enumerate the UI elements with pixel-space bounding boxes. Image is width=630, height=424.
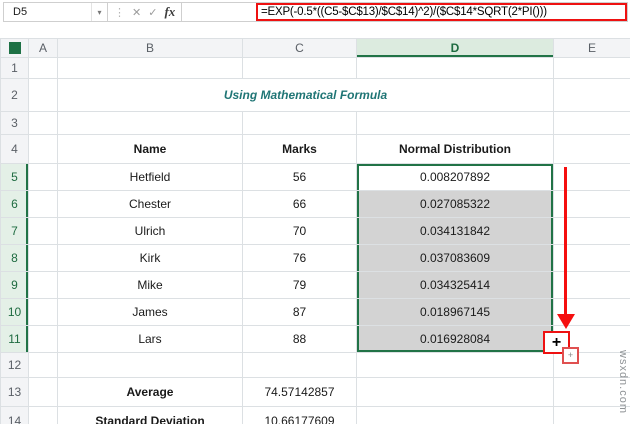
name-box[interactable]: D5 ▾ <box>3 2 108 22</box>
row-header-12[interactable]: 12 <box>0 352 29 378</box>
cell[interactable] <box>28 57 58 79</box>
table-header-dist[interactable]: Normal Distribution <box>356 134 554 164</box>
formula-input[interactable]: =EXP(-0.5*((C5-$C$13)/$C$14)^2)/($C$14*S… <box>256 3 627 21</box>
row-header-10[interactable]: 10 <box>0 298 29 326</box>
cell[interactable] <box>356 57 554 79</box>
name-box-dropdown-icon[interactable]: ▾ <box>91 3 107 21</box>
cancel-icon[interactable]: ✕ <box>132 6 141 19</box>
column-header-d[interactable]: D <box>356 38 554 58</box>
cell[interactable] <box>28 271 58 299</box>
row-header-11[interactable]: 11 <box>0 325 29 353</box>
cell[interactable] <box>553 111 630 135</box>
excel-window: D5 ▾ ⋮ ✕ ✓ fx =EXP(-0.5*((C5-$C$13)/$C$1… <box>0 0 630 424</box>
name-box-value: D5 <box>13 6 28 18</box>
cell[interactable] <box>553 57 630 79</box>
row-header-5[interactable]: 5 <box>0 163 29 191</box>
name-cell[interactable]: Kirk <box>57 244 243 272</box>
name-cell[interactable]: James <box>57 298 243 326</box>
insert-function-icon[interactable]: fx <box>164 4 175 20</box>
marks-cell[interactable]: 79 <box>242 271 357 299</box>
cell[interactable] <box>28 298 58 326</box>
fill-handle-cursor-icon[interactable]: + <box>562 347 579 364</box>
worksheet-title-cell[interactable]: Using Mathematical Formula <box>57 78 554 112</box>
select-all-button[interactable] <box>0 38 29 58</box>
dist-cell[interactable]: 0.034131842 <box>356 217 554 245</box>
row-header-9[interactable]: 9 <box>0 271 29 299</box>
cell[interactable] <box>28 163 58 191</box>
cell[interactable] <box>553 78 630 112</box>
cell[interactable] <box>28 78 58 112</box>
cell[interactable] <box>356 111 554 135</box>
cell[interactable] <box>242 352 357 378</box>
row-header-13[interactable]: 13 <box>0 377 29 407</box>
row-header-2[interactable]: 2 <box>0 78 29 112</box>
marks-cell[interactable]: 76 <box>242 244 357 272</box>
cell[interactable] <box>356 406 554 424</box>
dist-cell[interactable]: 0.034325414 <box>356 271 554 299</box>
row-header-8[interactable]: 8 <box>0 244 29 272</box>
column-header-e[interactable]: E <box>553 38 630 58</box>
active-cell[interactable]: 0.008207892 <box>356 163 554 191</box>
marks-cell[interactable]: 66 <box>242 190 357 218</box>
cell[interactable] <box>28 325 58 353</box>
row-header-4[interactable]: 4 <box>0 134 29 164</box>
cell[interactable] <box>28 406 58 424</box>
column-header-a[interactable]: A <box>28 38 58 58</box>
name-cell[interactable]: Ulrich <box>57 217 243 245</box>
cell[interactable] <box>57 111 243 135</box>
average-value-cell[interactable]: 74.57142857 <box>242 377 357 407</box>
watermark: wsxdn.com <box>617 350 629 415</box>
stdev-label-cell[interactable]: Standard Deviation <box>57 406 243 424</box>
row-header-3[interactable]: 3 <box>0 111 29 135</box>
enter-icon[interactable]: ✓ <box>148 6 157 19</box>
name-cell[interactable]: Chester <box>57 190 243 218</box>
name-cell[interactable]: Lars <box>57 325 243 353</box>
cell[interactable] <box>28 190 58 218</box>
formula-bar-separator: ⋮ <box>114 6 125 19</box>
dist-cell[interactable]: 0.016928084 <box>356 325 554 353</box>
average-label-cell[interactable]: Average <box>57 377 243 407</box>
select-all-icon <box>8 42 21 54</box>
row-header-6[interactable]: 6 <box>0 190 29 218</box>
marks-cell[interactable]: 70 <box>242 217 357 245</box>
cell[interactable] <box>28 111 58 135</box>
cell[interactable] <box>57 352 243 378</box>
small-plus-icon: + <box>567 350 574 360</box>
formula-bar: D5 ▾ ⋮ ✕ ✓ fx =EXP(-0.5*((C5-$C$13)/$C$1… <box>3 2 628 22</box>
row-header-1[interactable]: 1 <box>0 57 29 79</box>
table-header-marks[interactable]: Marks <box>242 134 357 164</box>
dist-cell[interactable]: 0.037083609 <box>356 244 554 272</box>
cell[interactable] <box>28 377 58 407</box>
name-cell[interactable]: Hetfield <box>57 163 243 191</box>
red-arrow-head-icon <box>557 314 575 329</box>
marks-cell[interactable]: 87 <box>242 298 357 326</box>
cell[interactable] <box>242 57 357 79</box>
plus-icon: + <box>551 333 562 351</box>
cell[interactable] <box>28 217 58 245</box>
row-header-14[interactable]: 14 <box>0 406 29 424</box>
cell[interactable] <box>28 352 58 378</box>
cell[interactable] <box>553 134 630 164</box>
cell[interactable] <box>356 377 554 407</box>
red-arrow-annotation <box>564 167 567 315</box>
cell[interactable] <box>242 111 357 135</box>
cell[interactable] <box>28 134 58 164</box>
dist-cell[interactable]: 0.027085322 <box>356 190 554 218</box>
column-header-c[interactable]: C <box>242 38 357 58</box>
marks-cell[interactable]: 56 <box>242 163 357 191</box>
stdev-value-cell[interactable]: 10.66177609 <box>242 406 357 424</box>
table-header-name[interactable]: Name <box>57 134 243 164</box>
spreadsheet-grid: A B C D E 1 2 Using Mathematical Formula… <box>0 38 630 424</box>
row-header-7[interactable]: 7 <box>0 217 29 245</box>
name-cell[interactable]: Mike <box>57 271 243 299</box>
marks-cell[interactable]: 88 <box>242 325 357 353</box>
dist-cell[interactable]: 0.018967145 <box>356 298 554 326</box>
cell[interactable] <box>57 57 243 79</box>
cell[interactable] <box>28 244 58 272</box>
formula-bar-buttons: ⋮ ✕ ✓ fx <box>108 2 183 22</box>
column-header-b[interactable]: B <box>57 38 243 58</box>
cell[interactable] <box>356 352 554 378</box>
formula-bar-input-area: =EXP(-0.5*((C5-$C$13)/$C$14)^2)/($C$14*S… <box>182 2 628 22</box>
